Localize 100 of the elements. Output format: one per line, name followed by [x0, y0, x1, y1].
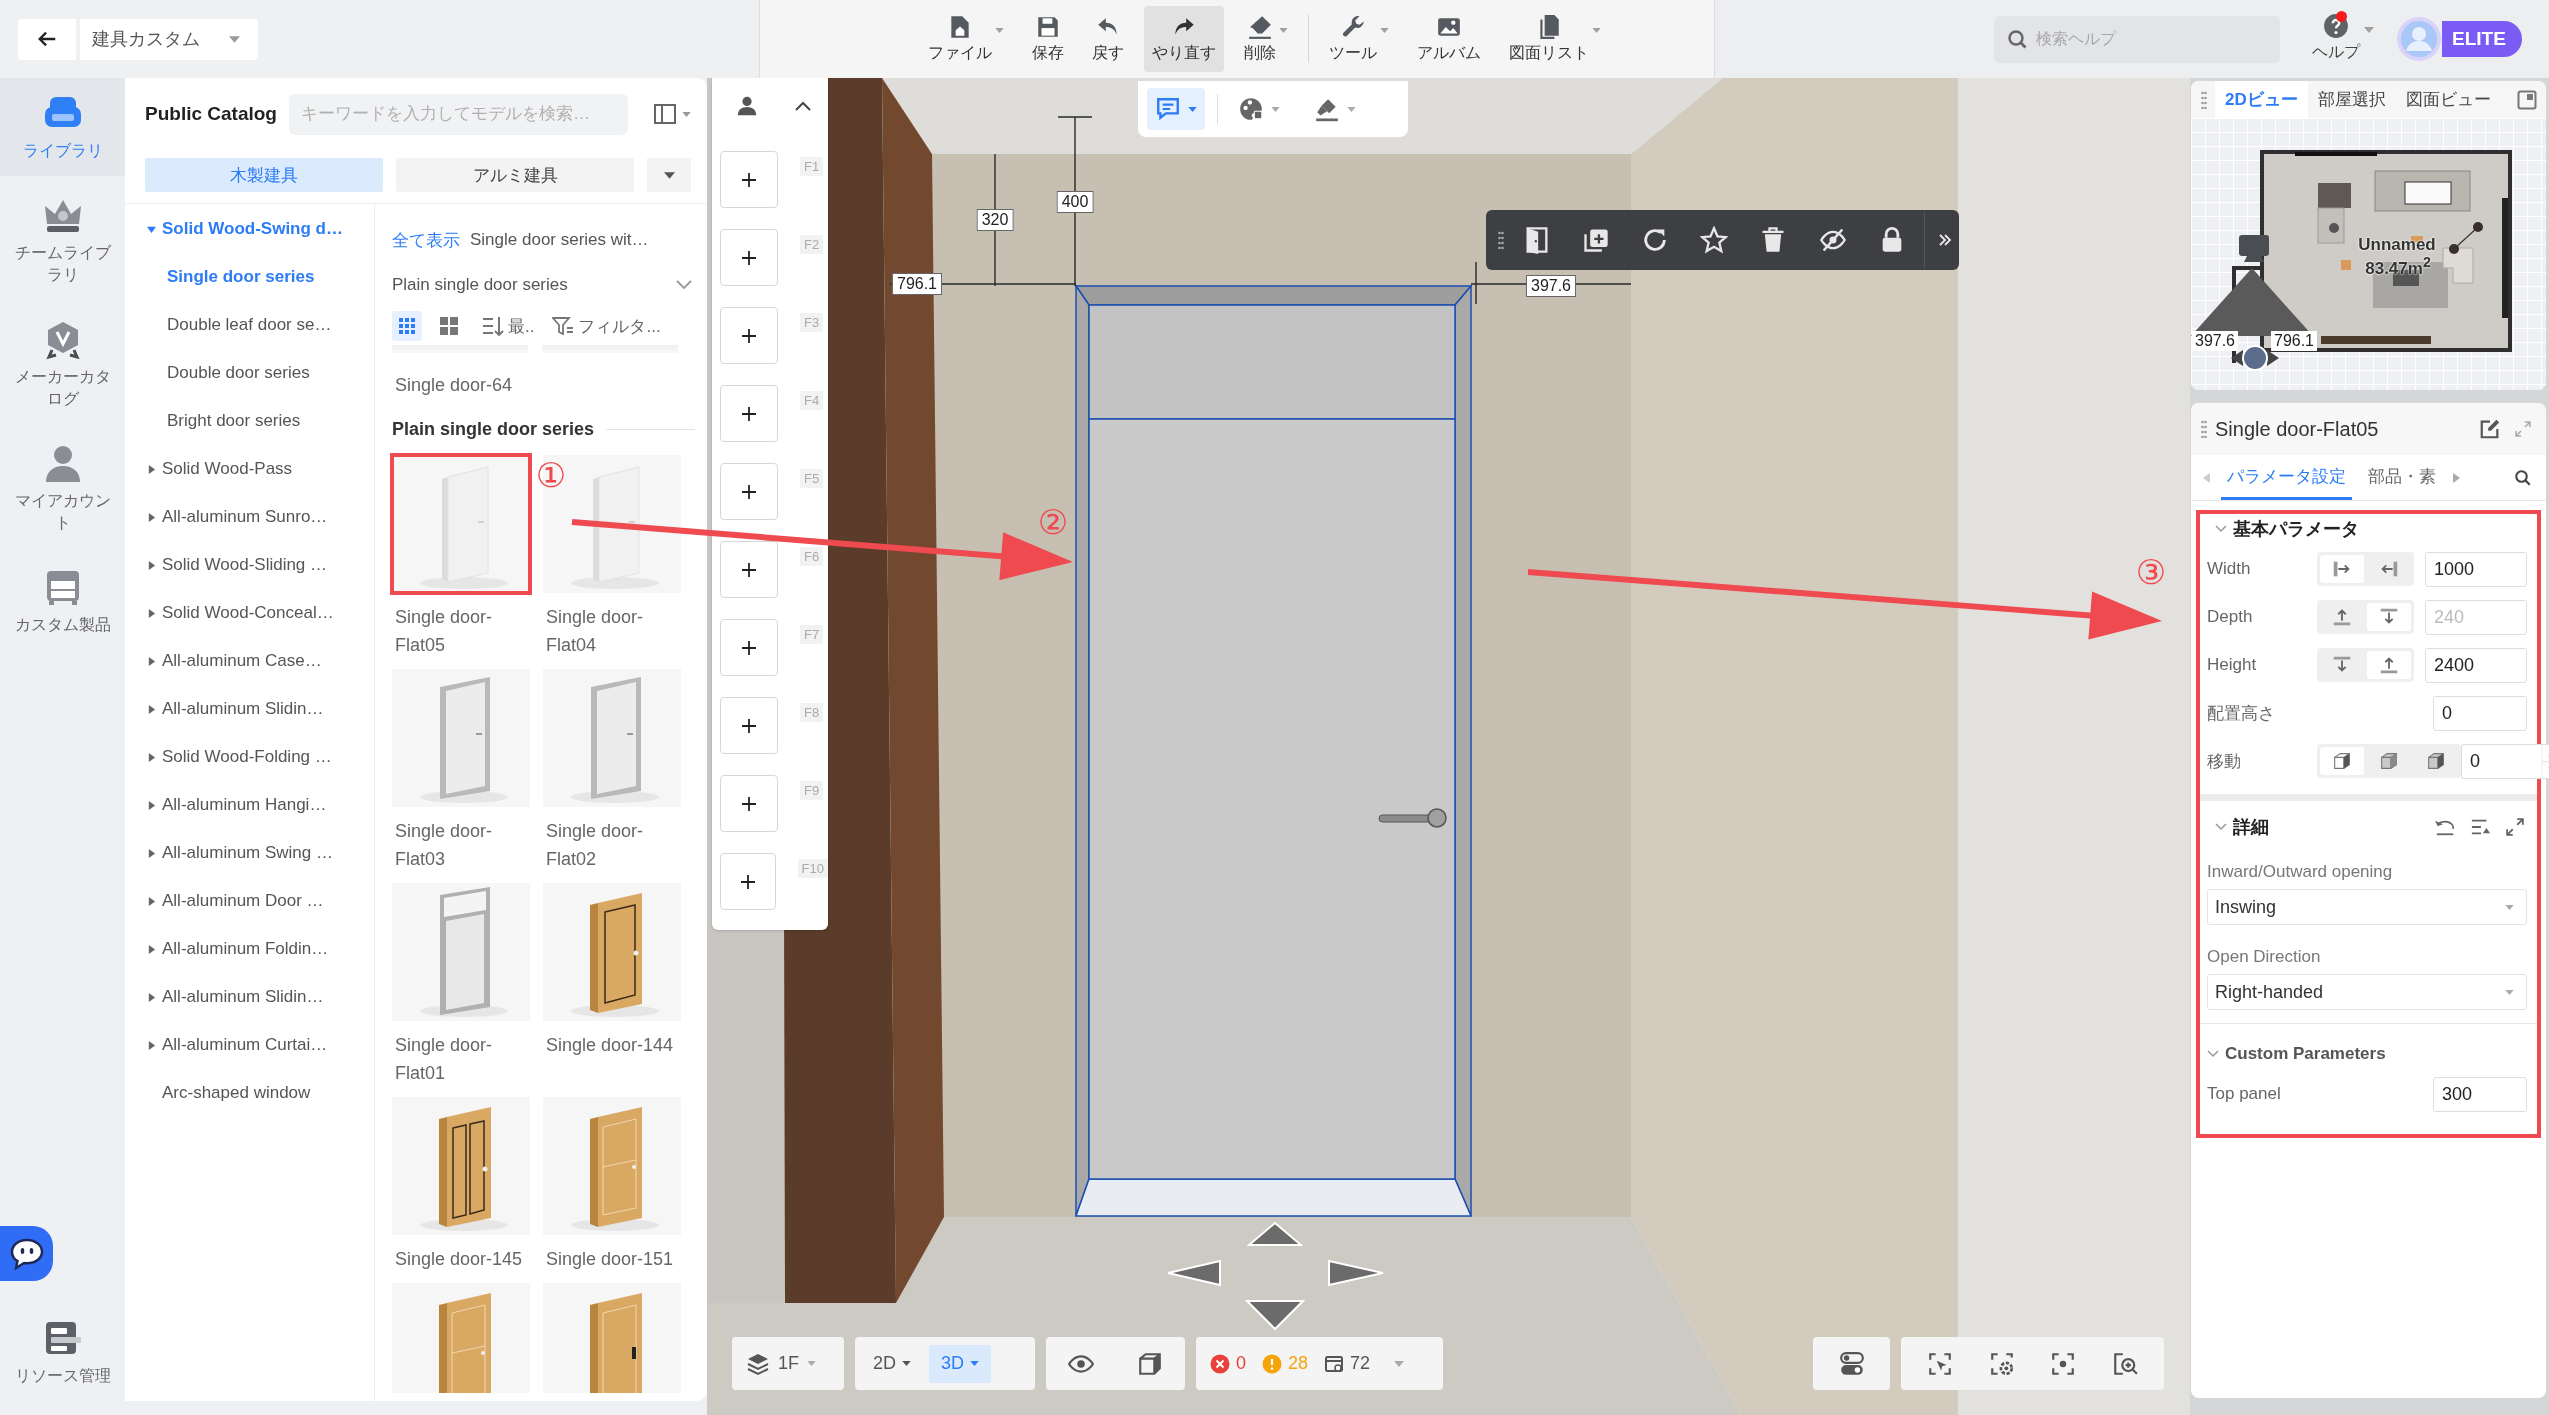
view-tab[interactable]: 図面ビュー — [2395, 81, 2501, 118]
search-field[interactable]: キーワードを入力してモデルを検索… — [288, 93, 628, 135]
dimension-label: 320 — [976, 209, 1014, 231]
panel-tab[interactable]: 部品・素 — [2362, 455, 2442, 500]
plan-map[interactable]: Unnamed 83.47m$^{2}$ 397.6 796.1 — [2191, 118, 2546, 390]
view-tab[interactable]: 部屋選択 — [2307, 81, 2396, 118]
shortcut-label: F10 — [797, 859, 828, 878]
caret-icon — [2364, 27, 2374, 33]
section-header[interactable]: 基本パラメータ — [2207, 517, 2359, 541]
project-dropdown[interactable]: 建具カスタム — [80, 18, 258, 60]
toolbar-button[interactable]: 戻す — [1084, 6, 1132, 72]
door[interactable] — [1074, 283, 1473, 1217]
section-header[interactable]: Custom Parameters — [2207, 1044, 2386, 1064]
issues-button[interactable]: 0 28 72 — [1196, 1337, 1443, 1390]
series-dropdown[interactable]: Plain single door series — [392, 264, 692, 306]
toolbar-button[interactable]: アルバム — [1409, 6, 1489, 72]
number-field[interactable]: 0 — [2433, 695, 2527, 731]
toolbar-button[interactable]: ツール — [1321, 6, 1397, 72]
rail-item[interactable]: メーカーカタログ — [0, 304, 125, 424]
toolbar-button[interactable]: ファイル — [920, 6, 1012, 72]
door-drawing[interactable] — [543, 883, 681, 1021]
sort-button[interactable]: 最.. — [482, 314, 535, 338]
show-all-link[interactable]: 全て表示 — [392, 228, 460, 252]
field-label: Open Direction — [2207, 946, 2322, 968]
view-mode-button[interactable]: 2D — [861, 1344, 923, 1383]
number-field[interactable]: 2400 — [2425, 647, 2527, 683]
search-button[interactable] — [2514, 468, 2532, 487]
tree-item[interactable]: Solid Wood-Swing d… — [125, 205, 374, 253]
door-handle — [1378, 808, 1447, 828]
transom-panel[interactable] — [1088, 304, 1456, 420]
position-marker-icon[interactable] — [2231, 345, 2279, 371]
number-field[interactable]: 1000 — [2425, 551, 2527, 587]
pan-left-button[interactable] — [1166, 1259, 1222, 1287]
view-tab[interactable]: 2Dビュー — [2215, 81, 2308, 118]
triangle-right-icon — [147, 944, 156, 954]
rail-item[interactable]: マイアカウント — [0, 428, 125, 548]
category-tab[interactable]: アルミ建具 — [396, 158, 635, 192]
tree-item[interactable]: All-aluminum Slidin… — [125, 973, 374, 1021]
chat-button[interactable] — [0, 1226, 53, 1281]
floor-button[interactable]: 1F — [732, 1337, 844, 1390]
toggle-icon — [1838, 1350, 1865, 1377]
plan-badge[interactable]: ELITE — [2442, 21, 2522, 57]
pan-down-button[interactable] — [1245, 1299, 1305, 1331]
toolbar-button[interactable]: 保存 — [1024, 6, 1072, 72]
annotation-number: ② — [1037, 505, 1069, 539]
section-header[interactable]: 詳細 — [2207, 815, 2269, 839]
tree-item[interactable]: All-aluminum Foldin… — [125, 925, 374, 973]
pan-right-button[interactable] — [1327, 1259, 1385, 1287]
dropdown-field[interactable]: Right-handed — [2207, 974, 2527, 1010]
user-button[interactable] — [736, 95, 758, 117]
rail-item[interactable]: リソース管理 — [0, 1303, 125, 1415]
plus-icon — [739, 873, 756, 890]
option-button[interactable] — [2320, 555, 2364, 583]
option-button[interactable] — [2320, 747, 2364, 775]
pan-up-button[interactable] — [1247, 1221, 1303, 1247]
tree-item[interactable]: Arc-shaped window — [125, 1069, 374, 1117]
popout-button[interactable] — [2517, 89, 2537, 110]
toolbar-button[interactable]: やり直す — [1144, 6, 1224, 72]
field-label: Inward/Outward opening — [2207, 861, 2394, 883]
door-drawing[interactable] — [392, 1097, 530, 1235]
view-option-button[interactable] — [392, 311, 422, 341]
toolbar-button[interactable]: 削除 — [1236, 6, 1296, 72]
tree-item[interactable]: Double door series — [125, 349, 374, 397]
tree-item[interactable]: Solid Wood-Folding … — [125, 733, 374, 781]
collapse-button[interactable] — [794, 100, 812, 112]
expand-icon — [2515, 421, 2531, 437]
tree-item[interactable]: All-aluminum Swing … — [125, 829, 374, 877]
monitor-icon[interactable] — [2239, 235, 2269, 262]
tree-item[interactable]: Bright door series — [125, 397, 374, 445]
option-button[interactable] — [2367, 651, 2411, 679]
tree-item[interactable]: All-aluminum Case… — [125, 637, 374, 685]
tree-item[interactable]: All-aluminum Door … — [125, 877, 374, 925]
window-icon — [1324, 1353, 1345, 1374]
rail-item[interactable]: チームライブラリ — [0, 180, 125, 300]
back-button[interactable] — [18, 18, 76, 60]
plus-icon — [741, 717, 757, 734]
tree-item[interactable]: All-aluminum Slidin… — [125, 685, 374, 733]
tree-item[interactable]: All-aluminum Hangi… — [125, 781, 374, 829]
dropdown-field[interactable]: Inswing — [2207, 889, 2527, 925]
toolbar-button[interactable]: 図面リスト — [1501, 6, 1609, 72]
plus-icon — [741, 171, 757, 188]
view-tool-button[interactable] — [1147, 88, 1205, 130]
tree-item[interactable]: All-aluminum Sunro… — [125, 493, 374, 541]
tree-item[interactable]: Solid Wood-Sliding … — [125, 541, 374, 589]
layout-button[interactable] — [653, 102, 691, 126]
search-field[interactable]: 検索ヘルプ — [2034, 15, 2280, 63]
tree-item[interactable]: All-aluminum Curtai… — [125, 1021, 374, 1069]
tree-item[interactable]: Single door series — [125, 253, 374, 301]
help-button[interactable]: ヘルプ — [2304, 7, 2382, 71]
filter-button[interactable]: フィルタ... — [552, 314, 661, 338]
number-field[interactable]: 300 — [2433, 1076, 2527, 1112]
toggle-button[interactable] — [1813, 1337, 1890, 1390]
tree-item[interactable]: Double leaf door se… — [125, 301, 374, 349]
tree-item[interactable]: Solid Wood-Pass — [125, 445, 374, 493]
tree-item[interactable]: Solid Wood-Conceal… — [125, 589, 374, 637]
caret-icon — [1279, 28, 1288, 33]
more-button[interactable] — [647, 158, 691, 192]
rail-item[interactable]: カスタム製品 — [0, 552, 125, 650]
product-name: Single door-151 — [545, 1248, 675, 1271]
panel-tab[interactable]: パラメータ設定 — [2221, 455, 2352, 500]
